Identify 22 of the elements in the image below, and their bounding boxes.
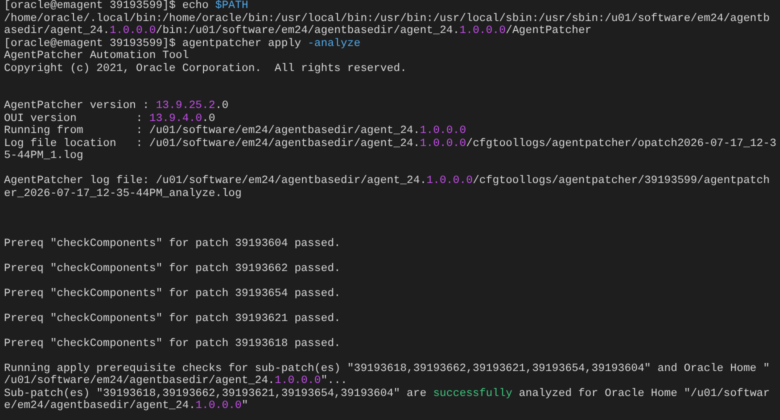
terminal-line: Prereq "checkComponents" for patch 39193621 passed.	[4, 312, 342, 325]
terminal-line: Running from : /u01/software/em24/agentbasedir/agent_24.1.0.0.0	[4, 125, 468, 138]
terminal-line: Prereq "checkComponents" for patch 39193662 passed.	[4, 262, 342, 275]
terminal-line: Sub-patch(es) "39193618,39193662,39193621,39193654,39193604" are successfully analyzed for Oracle Home "/u01/softwar	[4, 388, 771, 400]
terminal-line: Prereq "checkComponents" for patch 39193654 passed.	[4, 288, 342, 300]
terminal-line: [oracle@emagent 39193599]$ agentpatcher apply -analyze	[4, 38, 362, 50]
terminal-line: er_2026-07-17_12-35-44PM_analyze.log	[4, 188, 243, 200]
terminal-line: /home/oracle/.local/bin:/home/oracle/bin:/usr/local/bin:/usr/bin:/usr/local/sbin:/usr/sbin:/u01/software/em24/agentb	[4, 12, 771, 25]
terminal-line: Prereq "checkComponents" for patch 39193604 passed.	[4, 238, 342, 250]
terminal-line: Log file location : /u01/software/em24/agentbasedir/agent_24.1.0.0.0/cfgtoollogs/agentpatcher/opatch2026-07-17_12-3	[4, 138, 778, 150]
terminal-line: /u01/software/em24/agentbasedir/agent_24.1.0.0.0"...	[4, 375, 348, 388]
terminal-line: 5-44PM_1.log	[4, 150, 84, 162]
terminal-line: Running apply prerequisite checks for sub-patch(es) "39193618,39193662,39193621,39193654,39193604" and Oracle Home "	[4, 362, 771, 375]
terminal-line: asedir/agent_24.1.0.0.0/bin:/u01/software/em24/agentbasedir/agent_24.1.0.0.0/AgentPatcher	[4, 25, 593, 38]
terminal-line: e/em24/agentbasedir/agent_24.1.0.0.0"	[4, 400, 250, 412]
terminal-line: AgentPatcher version : 13.9.25.2.0	[4, 100, 230, 112]
terminal-line: AgentPatcher Automation Tool	[4, 50, 190, 62]
terminal-line: OUI version : 13.9.4.0.0	[4, 112, 216, 125]
terminal-line: [oracle@emagent 39193599]$ echo $PATH	[4, 0, 250, 12]
terminal-line: Copyright (c) 2021, Oracle Corporation. All rights reserved.	[4, 62, 408, 75]
terminal-line: Prereq "checkComponents" for patch 39193618 passed.	[4, 338, 342, 350]
terminal-line: AgentPatcher log file: /u01/software/em24/agentbasedir/agent_24.1.0.0.0/cfgtoollogs/agentpatcher/39193599/agentpatch	[4, 175, 771, 188]
